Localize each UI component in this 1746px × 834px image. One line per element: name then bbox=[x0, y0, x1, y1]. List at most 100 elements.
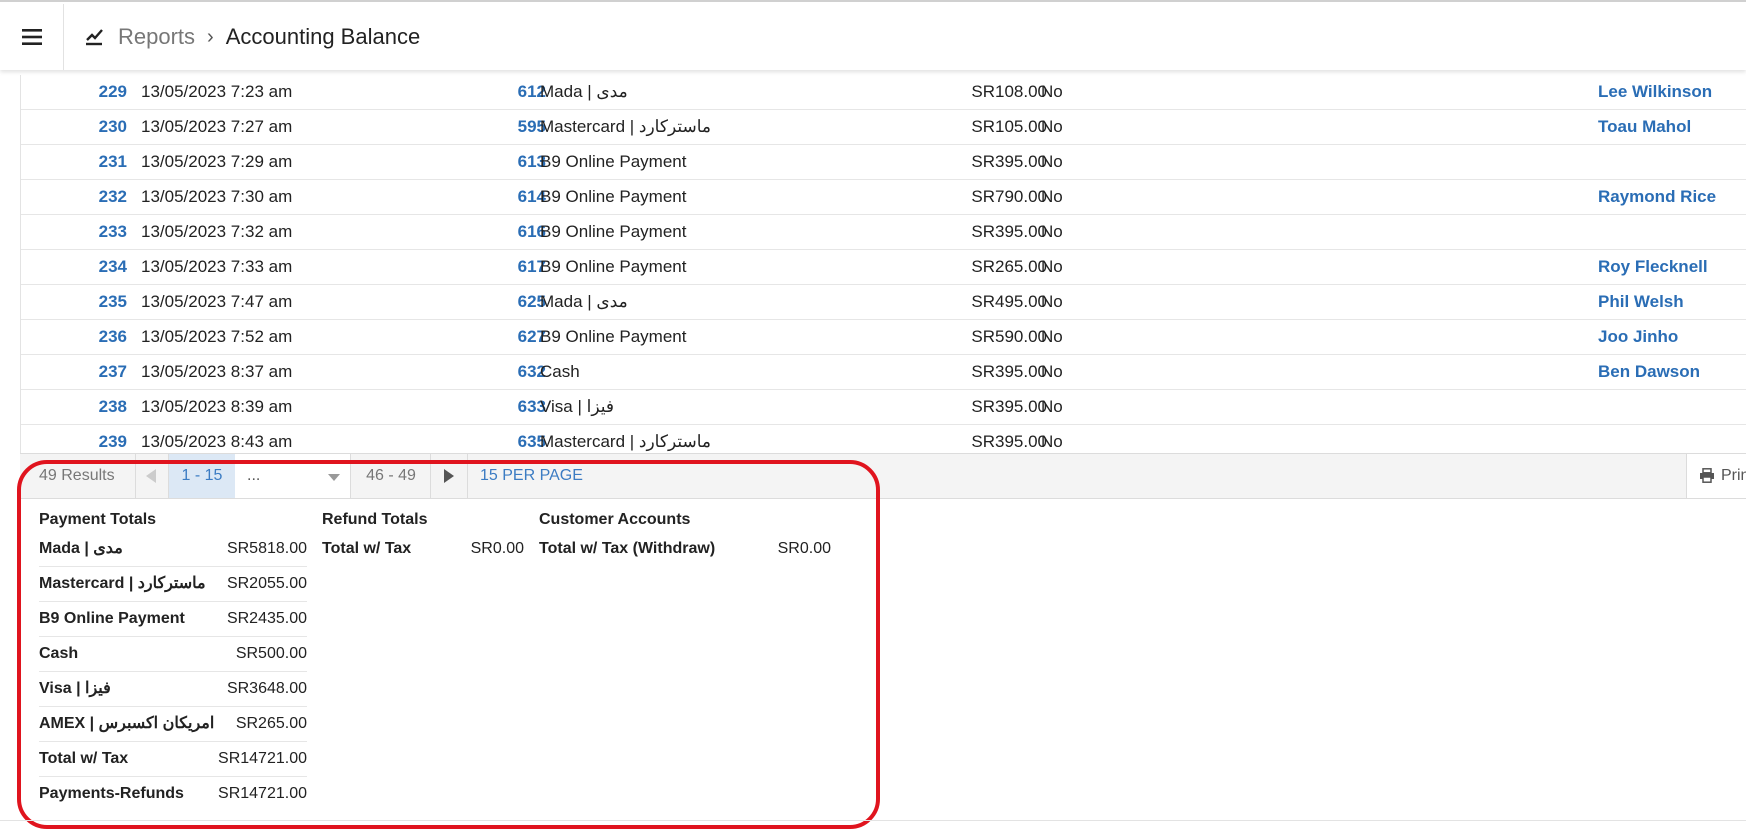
refund-flag: No bbox=[1041, 257, 1063, 276]
customer-link[interactable]: Roy Flecknell bbox=[1598, 250, 1708, 284]
transaction-id-link[interactable]: 236 bbox=[21, 320, 127, 354]
payment-total-row: Visa | فيزا SR3648.00 bbox=[39, 672, 307, 707]
amount: SR395.00 bbox=[971, 222, 1047, 241]
payment-method: Mada | مدى bbox=[540, 82, 628, 101]
order-id-link[interactable]: 627 bbox=[451, 320, 546, 354]
payment-method: Mastercard | ماستركارد bbox=[540, 117, 711, 136]
page-select-dropdown[interactable]: ... bbox=[235, 454, 351, 498]
transaction-id-link[interactable]: 231 bbox=[21, 145, 127, 179]
refund-flag: No bbox=[1041, 327, 1063, 346]
customer-link[interactable]: Phil Welsh bbox=[1598, 285, 1684, 319]
customer-account-row: Total w/ Tax (Withdraw) SR0.00 bbox=[539, 532, 831, 566]
total-label: Mada | مدى bbox=[39, 540, 123, 557]
order-id-link[interactable]: 617 bbox=[451, 250, 546, 284]
order-id-link[interactable]: 632 bbox=[451, 355, 546, 389]
transaction-id-link[interactable]: 234 bbox=[21, 250, 127, 284]
table-row: 231 13/05/2023 7:29 am 613 B9 Online Pay… bbox=[21, 145, 1746, 180]
total-value: SR5818.00 bbox=[226, 540, 307, 557]
order-id-link[interactable]: 614 bbox=[451, 180, 546, 214]
customer-link[interactable]: Toau Mahol bbox=[1598, 110, 1691, 144]
breadcrumb: Reports › Accounting Balance bbox=[84, 2, 420, 72]
customer-link[interactable]: Joo Jinho bbox=[1598, 320, 1678, 354]
customer-accounts-title: Customer Accounts bbox=[539, 511, 691, 528]
prev-page-button[interactable] bbox=[135, 454, 168, 498]
total-label: Cash bbox=[39, 645, 79, 662]
top-bar: Reports › Accounting Balance bbox=[0, 0, 1746, 70]
total-label: AMEX | امريكان اكسبرس bbox=[39, 715, 215, 732]
transaction-date: 13/05/2023 7:30 am bbox=[141, 187, 293, 206]
transaction-date: 13/05/2023 7:32 am bbox=[141, 222, 293, 241]
menu-icon bbox=[21, 29, 42, 45]
refund-flag: No bbox=[1041, 362, 1063, 381]
chevron-right-icon: › bbox=[207, 25, 214, 48]
total-label: Total w/ Tax (Withdraw) bbox=[539, 540, 716, 557]
transaction-id-link[interactable]: 232 bbox=[21, 180, 127, 214]
total-value: SR14721.00 bbox=[218, 785, 307, 802]
page-range-last[interactable]: 46 - 49 bbox=[352, 454, 431, 498]
transaction-id-link[interactable]: 237 bbox=[21, 355, 127, 389]
divider bbox=[0, 820, 1746, 821]
transaction-id-link[interactable]: 233 bbox=[21, 215, 127, 249]
per-page-selector[interactable]: 15 PER PAGE bbox=[480, 454, 583, 498]
table-row: 230 13/05/2023 7:27 am 595 Mastercard | … bbox=[21, 110, 1746, 145]
customer-link[interactable]: Raymond Rice bbox=[1598, 180, 1716, 214]
transaction-date: 13/05/2023 7:29 am bbox=[141, 152, 293, 171]
order-id-link[interactable]: 612 bbox=[451, 75, 546, 109]
transaction-id-link[interactable]: 230 bbox=[21, 110, 127, 144]
customer-accounts-panel: Customer Accounts Total w/ Tax (Withdraw… bbox=[539, 500, 831, 566]
page-range-current[interactable]: 1 - 15 bbox=[168, 454, 236, 498]
order-id-link[interactable]: 633 bbox=[451, 390, 546, 424]
refund-totals-panel: Refund Totals Total w/ Tax SR0.00 bbox=[322, 500, 524, 566]
order-id-link[interactable]: 595 bbox=[451, 110, 546, 144]
refund-flag: No bbox=[1041, 152, 1063, 171]
table-row: 229 13/05/2023 7:23 am 612 Mada | مدى SR… bbox=[21, 75, 1746, 110]
transaction-id-link[interactable]: 235 bbox=[21, 285, 127, 319]
total-value: SR500.00 bbox=[235, 645, 307, 662]
payment-total-row: B9 Online Payment SR2435.00 bbox=[39, 602, 307, 637]
payment-total-row: AMEX | امريكان اكسبرس SR265.00 bbox=[39, 707, 307, 742]
transaction-id-link[interactable]: 229 bbox=[21, 75, 127, 109]
print-button[interactable]: Print bbox=[1686, 454, 1746, 498]
total-label: Total w/ Tax bbox=[322, 540, 412, 557]
order-id-link[interactable]: 613 bbox=[451, 145, 546, 179]
payment-method: B9 Online Payment bbox=[540, 327, 687, 346]
total-label: Payments-Refunds bbox=[39, 785, 184, 802]
table-row: 234 13/05/2023 7:33 am 617 B9 Online Pay… bbox=[21, 250, 1746, 285]
amount: SR790.00 bbox=[971, 187, 1047, 206]
payment-method: B9 Online Payment bbox=[540, 222, 687, 241]
total-value: SR2055.00 bbox=[226, 575, 307, 592]
hamburger-menu-button[interactable] bbox=[0, 4, 64, 70]
order-id-link[interactable]: 616 bbox=[451, 215, 546, 249]
total-label: Visa | فيزا bbox=[39, 680, 111, 697]
transaction-date: 13/05/2023 8:39 am bbox=[141, 397, 293, 416]
breadcrumb-reports-link[interactable]: Reports bbox=[118, 24, 195, 50]
transaction-id-link[interactable]: 238 bbox=[21, 390, 127, 424]
transaction-date: 13/05/2023 8:37 am bbox=[141, 362, 293, 381]
customer-link[interactable]: Ben Dawson bbox=[1598, 355, 1700, 389]
page-select-value: ... bbox=[247, 467, 261, 484]
payment-total-row: Total w/ Tax SR14721.00 bbox=[39, 742, 307, 777]
amount: SR395.00 bbox=[971, 397, 1047, 416]
order-id-link[interactable]: 625 bbox=[451, 285, 546, 319]
total-value: SR0.00 bbox=[777, 540, 831, 557]
refund-totals-title: Refund Totals bbox=[322, 511, 428, 528]
print-label: Print bbox=[1721, 467, 1746, 484]
payment-total-row: Mada | مدى SR5818.00 bbox=[39, 532, 307, 567]
customer-link[interactable]: Lee Wilkinson bbox=[1598, 75, 1712, 109]
payment-method: B9 Online Payment bbox=[540, 187, 687, 206]
payment-method: B9 Online Payment bbox=[540, 152, 687, 171]
refund-flag: No bbox=[1041, 82, 1063, 101]
payment-total-row: Mastercard | ماستركارد SR2055.00 bbox=[39, 567, 307, 602]
table-row: 237 13/05/2023 8:37 am 632 Cash SR395.00… bbox=[21, 355, 1746, 390]
amount: SR265.00 bbox=[971, 257, 1047, 276]
next-page-button[interactable] bbox=[431, 454, 468, 498]
total-value: SR14721.00 bbox=[218, 750, 307, 767]
caret-down-icon bbox=[328, 474, 340, 481]
amount: SR108.00 bbox=[971, 82, 1047, 101]
triangle-left-icon bbox=[146, 469, 156, 483]
amount: SR395.00 bbox=[971, 362, 1047, 381]
transaction-date: 13/05/2023 7:27 am bbox=[141, 117, 293, 136]
total-value: SR265.00 bbox=[235, 715, 307, 732]
transaction-date: 13/05/2023 7:47 am bbox=[141, 292, 293, 311]
page-title: Accounting Balance bbox=[225, 24, 421, 49]
